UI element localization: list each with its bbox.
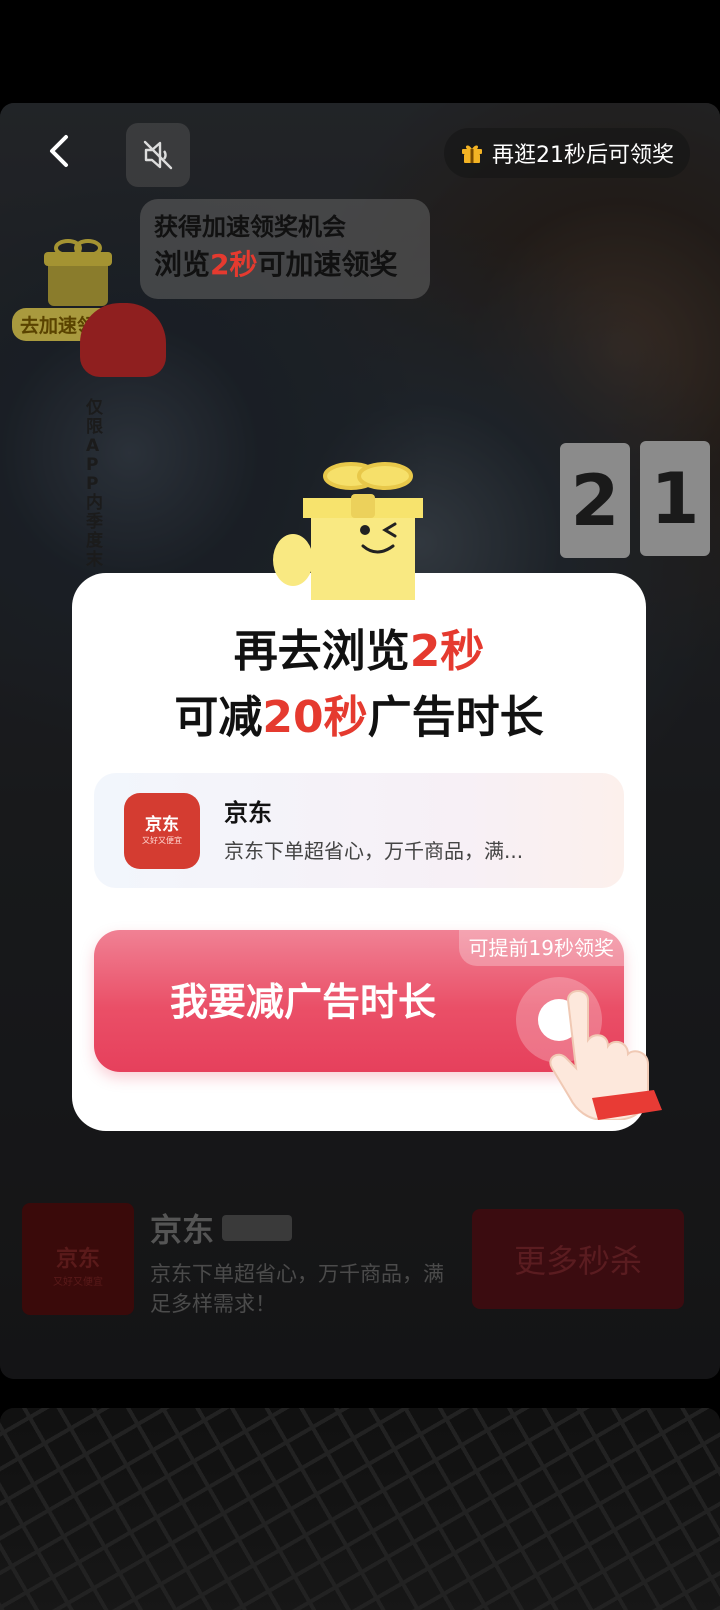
ad-info-bar: 京东 又好又便宜 京东 京东下单超省心，万千商品，满足多样需求！ 更多秒杀 bbox=[22, 1203, 698, 1323]
bottom-app-name: 京东 bbox=[150, 1211, 215, 1249]
joy-mascot-image bbox=[80, 303, 166, 377]
speed-up-bubble: 获得加速领奖机会 浏览2秒可加速领奖 bbox=[140, 199, 430, 299]
date-card-right: 1 bbox=[640, 441, 710, 556]
pointing-hand-icon bbox=[549, 990, 662, 1120]
more-flash-sale-button[interactable]: 更多秒杀 bbox=[472, 1209, 684, 1309]
jd-app-icon: 京东 又好又便宜 bbox=[124, 793, 200, 869]
vertical-note-text: 仅限APP内季度末 bbox=[86, 398, 103, 570]
chevron-left-icon bbox=[50, 135, 68, 167]
speaker-muted-icon bbox=[143, 140, 173, 170]
modal-title-line-2: 可减20秒广告时长 bbox=[174, 692, 544, 743]
modal-title-line-1: 再去浏览2秒 bbox=[233, 626, 485, 677]
date-cards-image: 2 1 bbox=[560, 433, 720, 563]
reduce-ad-time-button[interactable]: 可提前19秒领奖 我要减广告时长 bbox=[94, 930, 624, 1072]
bottom-app-description: 京东下单超省心，万千商品，满足多样需求！ bbox=[150, 1262, 444, 1316]
modal-title: 再去浏览2秒 可减20秒广告时长 bbox=[72, 619, 646, 751]
date-card-left: 2 bbox=[560, 443, 630, 558]
countdown-pill: 再逛21秒后可领奖 bbox=[444, 128, 690, 178]
app-description: 京东下单超省心，万千商品，满... bbox=[224, 839, 524, 863]
gift-icon bbox=[462, 145, 482, 163]
reduce-ad-time-label: 我要减广告时长 bbox=[169, 980, 436, 1024]
bubble-line-2: 浏览2秒可加速领奖 bbox=[154, 248, 398, 281]
app-name: 京东 bbox=[224, 799, 272, 827]
back-button[interactable] bbox=[40, 131, 80, 171]
countdown-text: 再逛21秒后可领奖 bbox=[492, 143, 674, 168]
bubble-line-1: 获得加速领奖机会 bbox=[154, 213, 346, 241]
mute-button[interactable] bbox=[126, 123, 190, 187]
gift-mascot-icon bbox=[273, 462, 423, 600]
early-reward-chip: 可提前19秒领奖 bbox=[458, 930, 624, 966]
app-info-card[interactable]: 京东 又好又便宜 京东 京东下单超省心，万千商品，满... bbox=[94, 773, 624, 888]
next-ad-card bbox=[0, 1408, 720, 1610]
gift-box-icon bbox=[44, 239, 112, 306]
bottom-app-logo: 京东 又好又便宜 bbox=[22, 1203, 134, 1315]
ad-tag bbox=[222, 1215, 292, 1241]
